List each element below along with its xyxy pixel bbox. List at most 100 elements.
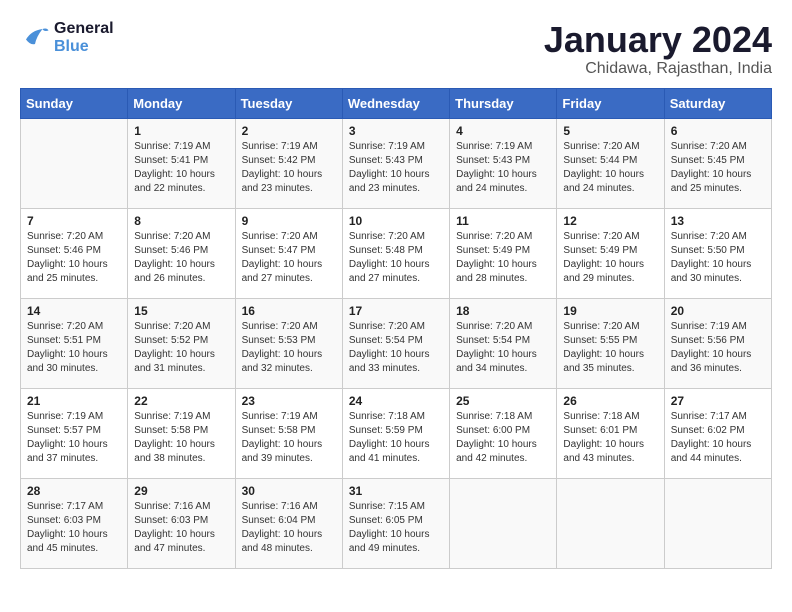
day-number: 1 xyxy=(134,124,228,138)
calendar-cell: 17 Sunrise: 7:20 AM Sunset: 5:54 PM Dayli… xyxy=(342,298,449,388)
weekday-header: Thursday xyxy=(450,88,557,118)
calendar-cell: 21 Sunrise: 7:19 AM Sunset: 5:57 PM Dayli… xyxy=(21,388,128,478)
day-info: Sunrise: 7:19 AM Sunset: 5:57 PM Dayligh… xyxy=(27,410,121,466)
day-number: 31 xyxy=(349,484,443,498)
day-number: 28 xyxy=(27,484,121,498)
calendar-cell: 7 Sunrise: 7:20 AM Sunset: 5:46 PM Daylig… xyxy=(21,208,128,298)
day-number: 25 xyxy=(456,394,550,408)
day-info: Sunrise: 7:20 AM Sunset: 5:44 PM Dayligh… xyxy=(563,140,657,196)
day-info: Sunrise: 7:18 AM Sunset: 6:00 PM Dayligh… xyxy=(456,410,550,466)
calendar-cell: 13 Sunrise: 7:20 AM Sunset: 5:50 PM Dayli… xyxy=(664,208,771,298)
day-info: Sunrise: 7:19 AM Sunset: 5:42 PM Dayligh… xyxy=(242,140,336,196)
day-info: Sunrise: 7:20 AM Sunset: 5:49 PM Dayligh… xyxy=(456,230,550,286)
day-number: 17 xyxy=(349,304,443,318)
day-number: 21 xyxy=(27,394,121,408)
day-info: Sunrise: 7:17 AM Sunset: 6:03 PM Dayligh… xyxy=(27,500,121,556)
day-number: 8 xyxy=(134,214,228,228)
day-number: 18 xyxy=(456,304,550,318)
calendar-cell: 10 Sunrise: 7:20 AM Sunset: 5:48 PM Dayli… xyxy=(342,208,449,298)
day-info: Sunrise: 7:20 AM Sunset: 5:54 PM Dayligh… xyxy=(456,320,550,376)
day-number: 12 xyxy=(563,214,657,228)
calendar-cell: 16 Sunrise: 7:20 AM Sunset: 5:53 PM Dayli… xyxy=(235,298,342,388)
weekday-header: Tuesday xyxy=(235,88,342,118)
weekday-header: Monday xyxy=(128,88,235,118)
day-info: Sunrise: 7:20 AM Sunset: 5:53 PM Dayligh… xyxy=(242,320,336,376)
calendar-cell: 26 Sunrise: 7:18 AM Sunset: 6:01 PM Dayli… xyxy=(557,388,664,478)
day-number: 13 xyxy=(671,214,765,228)
calendar-cell: 14Sunrise: 7:20 AM Sunset: 5:51 PM Dayli… xyxy=(21,298,128,388)
logo-text: General Blue xyxy=(54,20,114,56)
day-number: 26 xyxy=(563,394,657,408)
calendar-cell: 20Sunrise: 7:19 AM Sunset: 5:56 PM Dayli… xyxy=(664,298,771,388)
day-info: Sunrise: 7:19 AM Sunset: 5:41 PM Dayligh… xyxy=(134,140,228,196)
calendar-cell: 3Sunrise: 7:19 AM Sunset: 5:43 PM Daylig… xyxy=(342,118,449,208)
calendar-cell: 15 Sunrise: 7:20 AM Sunset: 5:52 PM Dayli… xyxy=(128,298,235,388)
day-number: 27 xyxy=(671,394,765,408)
calendar-cell: 22 Sunrise: 7:19 AM Sunset: 5:58 PM Dayli… xyxy=(128,388,235,478)
day-number: 16 xyxy=(242,304,336,318)
day-number: 14 xyxy=(27,304,121,318)
day-number: 10 xyxy=(349,214,443,228)
day-info: Sunrise: 7:20 AM Sunset: 5:54 PM Dayligh… xyxy=(349,320,443,376)
title-area: January 2024 Chidawa, Rajasthan, India xyxy=(544,20,772,78)
day-info: Sunrise: 7:20 AM Sunset: 5:49 PM Dayligh… xyxy=(563,230,657,286)
day-info: Sunrise: 7:20 AM Sunset: 5:50 PM Dayligh… xyxy=(671,230,765,286)
day-info: Sunrise: 7:16 AM Sunset: 6:04 PM Dayligh… xyxy=(242,500,336,556)
day-info: Sunrise: 7:20 AM Sunset: 5:52 PM Dayligh… xyxy=(134,320,228,376)
calendar-cell: 4Sunrise: 7:19 AM Sunset: 5:43 PM Daylig… xyxy=(450,118,557,208)
day-number: 5 xyxy=(563,124,657,138)
calendar-cell: 23 Sunrise: 7:19 AM Sunset: 5:58 PM Dayli… xyxy=(235,388,342,478)
day-info: Sunrise: 7:19 AM Sunset: 5:58 PM Dayligh… xyxy=(242,410,336,466)
calendar-cell: 11Sunrise: 7:20 AM Sunset: 5:49 PM Dayli… xyxy=(450,208,557,298)
calendar-cell: 12 Sunrise: 7:20 AM Sunset: 5:49 PM Dayli… xyxy=(557,208,664,298)
calendar-cell: 9 Sunrise: 7:20 AM Sunset: 5:47 PM Daylig… xyxy=(235,208,342,298)
calendar-cell: 19 Sunrise: 7:20 AM Sunset: 5:55 PM Dayli… xyxy=(557,298,664,388)
calendar-cell xyxy=(664,478,771,568)
day-info: Sunrise: 7:20 AM Sunset: 5:45 PM Dayligh… xyxy=(671,140,765,196)
calendar-cell: 6 Sunrise: 7:20 AM Sunset: 5:45 PM Daylig… xyxy=(664,118,771,208)
day-number: 15 xyxy=(134,304,228,318)
calendar-cell: 28 Sunrise: 7:17 AM Sunset: 6:03 PM Dayli… xyxy=(21,478,128,568)
calendar-cell: 8 Sunrise: 7:20 AM Sunset: 5:46 PM Daylig… xyxy=(128,208,235,298)
day-number: 19 xyxy=(563,304,657,318)
calendar-cell xyxy=(450,478,557,568)
day-number: 23 xyxy=(242,394,336,408)
weekday-header: Saturday xyxy=(664,88,771,118)
day-info: Sunrise: 7:20 AM Sunset: 5:55 PM Dayligh… xyxy=(563,320,657,376)
day-number: 24 xyxy=(349,394,443,408)
day-info: Sunrise: 7:19 AM Sunset: 5:43 PM Dayligh… xyxy=(456,140,550,196)
day-number: 7 xyxy=(27,214,121,228)
day-info: Sunrise: 7:18 AM Sunset: 6:01 PM Dayligh… xyxy=(563,410,657,466)
logo: General Blue xyxy=(20,20,114,56)
month-title: January 2024 xyxy=(544,20,772,60)
day-number: 22 xyxy=(134,394,228,408)
day-number: 30 xyxy=(242,484,336,498)
day-info: Sunrise: 7:19 AM Sunset: 5:43 PM Dayligh… xyxy=(349,140,443,196)
calendar-cell: 29 Sunrise: 7:16 AM Sunset: 6:03 PM Dayli… xyxy=(128,478,235,568)
calendar-cell: 24 Sunrise: 7:18 AM Sunset: 5:59 PM Dayli… xyxy=(342,388,449,478)
day-number: 9 xyxy=(242,214,336,228)
day-info: Sunrise: 7:20 AM Sunset: 5:46 PM Dayligh… xyxy=(27,230,121,286)
day-info: Sunrise: 7:18 AM Sunset: 5:59 PM Dayligh… xyxy=(349,410,443,466)
calendar-cell: 5 Sunrise: 7:20 AM Sunset: 5:44 PM Daylig… xyxy=(557,118,664,208)
day-info: Sunrise: 7:20 AM Sunset: 5:48 PM Dayligh… xyxy=(349,230,443,286)
day-number: 29 xyxy=(134,484,228,498)
day-info: Sunrise: 7:17 AM Sunset: 6:02 PM Dayligh… xyxy=(671,410,765,466)
calendar-cell: 30 Sunrise: 7:16 AM Sunset: 6:04 PM Dayli… xyxy=(235,478,342,568)
calendar-cell: 25 Sunrise: 7:18 AM Sunset: 6:00 PM Dayli… xyxy=(450,388,557,478)
weekday-header: Wednesday xyxy=(342,88,449,118)
day-info: Sunrise: 7:20 AM Sunset: 5:47 PM Dayligh… xyxy=(242,230,336,286)
day-info: Sunrise: 7:20 AM Sunset: 5:46 PM Dayligh… xyxy=(134,230,228,286)
page-header: General Blue January 2024 Chidawa, Rajas… xyxy=(20,20,772,78)
calendar-table: SundayMondayTuesdayWednesdayThursdayFrid… xyxy=(20,88,772,569)
calendar-cell: 31Sunrise: 7:15 AM Sunset: 6:05 PM Dayli… xyxy=(342,478,449,568)
day-number: 6 xyxy=(671,124,765,138)
weekday-header: Sunday xyxy=(21,88,128,118)
calendar-cell: 1 Sunrise: 7:19 AM Sunset: 5:41 PM Daylig… xyxy=(128,118,235,208)
day-info: Sunrise: 7:19 AM Sunset: 5:58 PM Dayligh… xyxy=(134,410,228,466)
weekday-header: Friday xyxy=(557,88,664,118)
calendar-cell xyxy=(21,118,128,208)
calendar-cell: 2Sunrise: 7:19 AM Sunset: 5:42 PM Daylig… xyxy=(235,118,342,208)
calendar-cell: 27 Sunrise: 7:17 AM Sunset: 6:02 PM Dayli… xyxy=(664,388,771,478)
day-info: Sunrise: 7:16 AM Sunset: 6:03 PM Dayligh… xyxy=(134,500,228,556)
